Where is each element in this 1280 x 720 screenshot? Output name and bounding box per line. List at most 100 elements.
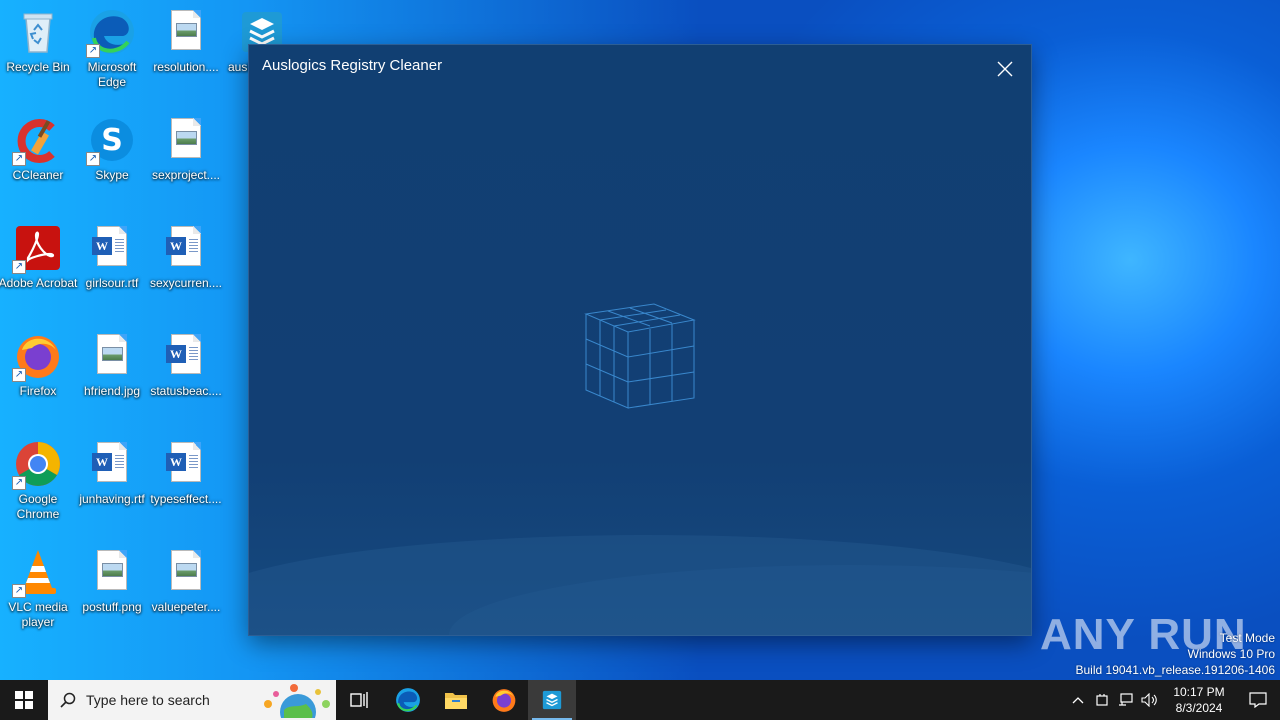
shortcut-arrow-icon: ↗ <box>12 476 26 490</box>
desktop-icon-hfriend[interactable]: hfriend.jpg <box>74 326 150 426</box>
edge-icon: ↗ <box>86 8 136 58</box>
show-hidden-icons-button[interactable] <box>1066 680 1090 720</box>
tray-device-icon <box>1096 694 1108 706</box>
desktop-icon-firefox[interactable]: ↗ Firefox <box>0 326 76 426</box>
close-button[interactable] <box>989 53 1021 85</box>
desktop-icon-valuepeter[interactable]: valuepeter.... <box>148 542 224 642</box>
window-title: Auslogics Registry Cleaner <box>262 57 443 74</box>
icon-label: Adobe Acrobat <box>0 276 78 290</box>
chrome-icon: ↗ <box>12 440 62 490</box>
clock-date: 8/3/2024 <box>1175 701 1223 715</box>
tray-app-button[interactable] <box>1090 680 1114 720</box>
desktop-icon-girlsour[interactable]: W girlsour.rtf <box>74 218 150 318</box>
firefox-icon: ↗ <box>12 332 62 382</box>
icon-label: girlsour.rtf <box>85 276 139 290</box>
shortcut-arrow-icon: ↗ <box>86 152 100 166</box>
desktop-icon-ccleaner[interactable]: ↗ CCleaner <box>0 110 76 210</box>
system-tray: 10:17 PM 8/3/2024 <box>1066 680 1280 720</box>
desktop-icon-sexycurren[interactable]: W sexycurren.... <box>148 218 224 318</box>
notification-icon <box>1249 692 1267 708</box>
test-mode-label: Test Mode <box>1219 631 1275 645</box>
image-file-icon <box>162 548 210 596</box>
taskbar: 10:17 PM 8/3/2024 <box>0 680 1280 720</box>
image-file-icon <box>88 548 136 596</box>
icon-label: valuepeter.... <box>151 600 221 614</box>
icon-label: junhaving.rtf <box>79 492 145 506</box>
image-file-icon <box>162 8 210 56</box>
icon-label: hfriend.jpg <box>83 384 141 398</box>
network-button[interactable] <box>1114 680 1138 720</box>
icon-label: resolution.... <box>153 60 219 74</box>
icon-label: Google Chrome <box>16 492 60 521</box>
start-button[interactable] <box>0 680 48 720</box>
taskbar-clock[interactable]: 10:17 PM 8/3/2024 <box>1162 684 1236 716</box>
acrobat-icon: ↗ <box>12 224 62 274</box>
desktop-icon-recycle-bin[interactable]: Recycle Bin <box>0 2 76 102</box>
auslogics-icon <box>542 690 562 710</box>
image-file-icon <box>88 332 136 380</box>
desktop-icon-resolution[interactable]: resolution.... <box>148 2 224 102</box>
test-mode-info: Test Mode Windows 10 Pro Build 19041.vb_… <box>1076 630 1276 678</box>
desktop-icon-statusbeac[interactable]: W statusbeac.... <box>148 326 224 426</box>
desktop-icon-skype[interactable]: S ↗ Skype <box>74 110 150 210</box>
shortcut-arrow-icon: ↗ <box>12 584 26 598</box>
volume-icon <box>1141 693 1157 707</box>
windows-logo-icon <box>15 691 33 709</box>
taskbar-firefox-button[interactable] <box>480 680 528 720</box>
svg-text:S: S <box>101 123 123 158</box>
icon-label: VLC media player <box>8 600 68 629</box>
task-view-button[interactable] <box>336 680 384 720</box>
search-icon <box>60 692 76 708</box>
ccleaner-icon: ↗ <box>12 116 62 166</box>
desktop-icon-typeseffect[interactable]: W typeseffect.... <box>148 434 224 534</box>
word-file-icon: W <box>162 440 210 488</box>
taskbar-file-explorer-button[interactable] <box>432 680 480 720</box>
action-center-button[interactable] <box>1236 680 1280 720</box>
icon-label: statusbeac.... <box>150 384 222 398</box>
vlc-icon: ↗ <box>12 548 62 598</box>
volume-button[interactable] <box>1138 680 1162 720</box>
icon-label: sexycurren.... <box>149 276 223 290</box>
shortcut-arrow-icon: ↗ <box>12 368 26 382</box>
network-icon <box>1119 693 1133 706</box>
icon-label: typeseffect.... <box>150 492 222 506</box>
taskbar-search-box[interactable] <box>48 680 336 720</box>
file-explorer-icon <box>445 693 467 709</box>
shortcut-arrow-icon: ↗ <box>12 152 26 166</box>
icon-label: Recycle Bin <box>6 60 70 74</box>
icon-label: Firefox <box>19 384 57 398</box>
desktop-icon-microsoft-edge[interactable]: ↗ Microsoft Edge <box>74 2 150 102</box>
os-label: Windows 10 Pro <box>1187 647 1275 661</box>
desktop-icon-junhaving[interactable]: W junhaving.rtf <box>74 434 150 534</box>
desktop-icon-google-chrome[interactable]: ↗ Google Chrome <box>0 434 76 534</box>
task-view-icon <box>350 692 368 708</box>
taskbar-auslogics-button[interactable] <box>528 680 576 720</box>
firefox-icon <box>492 689 516 712</box>
desktop-icon-vlc[interactable]: ↗ VLC media player <box>0 542 76 642</box>
icon-label: CCleaner <box>12 168 64 182</box>
icon-label: sexproject.... <box>151 168 221 182</box>
chevron-up-icon <box>1072 697 1084 704</box>
taskbar-edge-button[interactable] <box>384 680 432 720</box>
desktop-icon-postuff[interactable]: postuff.png <box>74 542 150 642</box>
desktop-icon-adobe-acrobat[interactable]: ↗ Adobe Acrobat <box>0 218 78 318</box>
word-file-icon: W <box>162 332 210 380</box>
desktop-icon-sexproject[interactable]: sexproject.... <box>148 110 224 210</box>
wireframe-cube-icon <box>584 303 696 409</box>
icon-label: Skype <box>95 168 129 182</box>
icon-label: Microsoft Edge <box>87 60 137 89</box>
skype-icon: S ↗ <box>86 116 136 166</box>
shortcut-arrow-icon: ↗ <box>86 44 100 58</box>
word-file-icon: W <box>88 440 136 488</box>
clock-time: 10:17 PM <box>1173 685 1225 699</box>
edge-icon <box>396 688 420 712</box>
search-input[interactable] <box>86 692 256 708</box>
build-label: Build 19041.vb_release.191206-1406 <box>1075 663 1276 677</box>
word-file-icon: W <box>162 224 210 272</box>
auslogics-registry-cleaner-window: Auslogics Registry Cleaner <box>249 45 1031 635</box>
image-file-icon <box>162 116 210 164</box>
word-file-icon: W <box>88 224 136 272</box>
icon-label: postuff.png <box>82 600 142 614</box>
recycle-bin-icon <box>14 8 62 56</box>
close-icon <box>997 61 1013 77</box>
